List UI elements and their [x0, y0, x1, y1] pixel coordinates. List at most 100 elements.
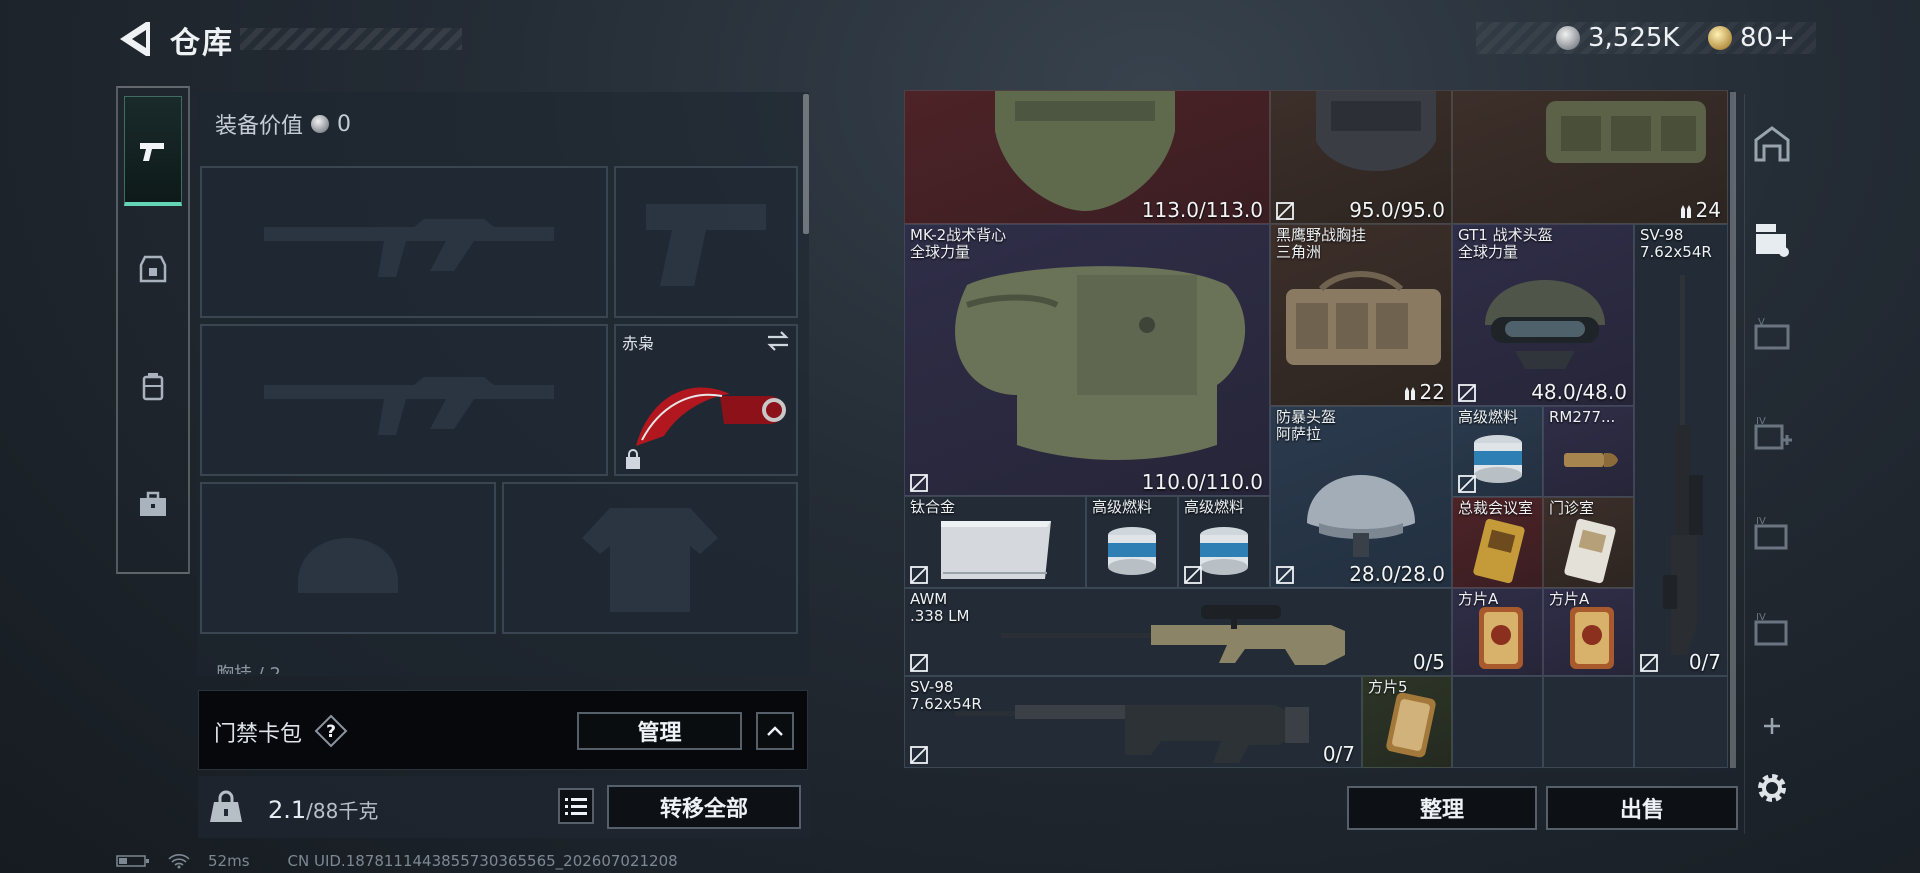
help-icon[interactable]: ?	[314, 714, 348, 748]
chest-rig-section-label: 胸挂 / 2	[216, 660, 281, 674]
storage-item-executive-room-card[interactable]: 总裁会议室	[1452, 497, 1543, 588]
helmet-icon	[1307, 475, 1415, 557]
item-name: 高级燃料	[1458, 408, 1519, 426]
no-trade-icon	[910, 566, 928, 584]
item-count: 24	[1678, 198, 1721, 222]
back-button[interactable]	[116, 18, 152, 60]
armor-icon	[139, 255, 167, 283]
storage-tab-4b[interactable]: IV	[1750, 608, 1794, 652]
tab-backpack[interactable]	[124, 332, 182, 442]
storage-item-gt1-helmet[interactable]: GT1 战术头盔 全球力量 48.0/48.0	[1452, 224, 1634, 406]
back-arrow-icon	[120, 22, 150, 56]
storage-tab-4-add[interactable]: IV	[1750, 412, 1794, 456]
storage-item-diamond-a[interactable]: 方片A	[1452, 588, 1543, 676]
collapse-button[interactable]	[756, 712, 794, 750]
sell-button[interactable]: 出售	[1546, 786, 1738, 830]
item-name: 门诊室	[1549, 499, 1595, 517]
helmet-slot[interactable]	[200, 482, 496, 634]
armor-vest-icon	[995, 91, 1175, 211]
storage-item-sv98-vertical[interactable]: SV-98 7.62x54R 0/7	[1634, 224, 1728, 676]
melee-slot[interactable]: 赤枭	[614, 324, 798, 476]
gear-icon	[1758, 774, 1786, 802]
silver-amount: 3,525K	[1588, 23, 1680, 53]
body-armor-slot[interactable]	[502, 482, 798, 634]
swap-icon[interactable]	[766, 330, 790, 352]
weight-icon	[210, 790, 242, 822]
storage-item-premium-fuel[interactable]: 高级燃料	[1452, 406, 1543, 497]
backpack-icon	[142, 373, 164, 401]
storage-item-riot-helmet[interactable]: 防暴头盔 阿萨拉 28.0/28.0	[1270, 406, 1452, 588]
list-view-button[interactable]	[558, 788, 594, 824]
storage-item-armor-vest[interactable]: 113.0/113.0	[904, 90, 1270, 224]
storage-item-premium-fuel[interactable]: 高级燃料	[1086, 496, 1178, 588]
item-name: 黑鹰野战胸挂 三角洲	[1276, 226, 1367, 261]
tab-armor[interactable]	[124, 214, 182, 324]
storage-item-premium-fuel[interactable]: 高级燃料	[1178, 496, 1270, 588]
access-card-title: 门禁卡包	[214, 722, 303, 747]
transfer-all-button[interactable]: 转移全部	[607, 785, 801, 829]
helmet-icon	[1485, 280, 1605, 369]
add-tab-icon	[1764, 718, 1780, 734]
card-icon	[1386, 692, 1436, 758]
storage-scrollbar[interactable]	[1730, 92, 1736, 768]
sort-button[interactable]: 整理	[1347, 786, 1537, 830]
storage-item-awm[interactable]: AWM .338 LM 0/5	[904, 588, 1452, 676]
tab-case[interactable]	[124, 450, 182, 560]
sniper-rifle-icon	[1663, 275, 1703, 655]
left-category-nav	[116, 86, 190, 574]
rifle-placeholder-icon	[264, 377, 554, 435]
item-count-value: 24	[1695, 198, 1721, 222]
secondary-weapon-slot[interactable]	[200, 324, 608, 476]
item-name: RM277...	[1549, 408, 1616, 426]
storage-tab-1[interactable]	[1750, 218, 1794, 262]
pistol-placeholder-icon	[646, 204, 766, 286]
storage-item-mk2-vest[interactable]: MK-2战术背心 全球力量 110.0/110.0	[904, 224, 1270, 496]
pistol-slot[interactable]	[614, 166, 798, 318]
item-durability: 48.0/48.0	[1531, 380, 1627, 404]
user-uid: CN UID.1878111443855730365565_2026070212…	[287, 852, 678, 870]
svg-text:IV: IV	[1756, 516, 1766, 527]
storage-tab-4-add-icon: IV	[1754, 416, 1792, 450]
storage-item-blackhawk-rig[interactable]: 黑鹰野战胸挂 三角洲 22	[1270, 224, 1452, 406]
no-trade-icon	[910, 474, 928, 492]
add-tab-button[interactable]	[1750, 704, 1794, 748]
storage-item-chest-rig[interactable]: 95.0/95.0	[1270, 90, 1452, 224]
keycard-icon	[1473, 518, 1525, 584]
storage-item-diamond-a[interactable]: 方片A	[1543, 588, 1634, 676]
no-trade-icon	[1458, 384, 1476, 402]
storage-tab-4[interactable]: IV	[1750, 512, 1794, 556]
storage-item-rm277-ammo[interactable]: RM277...	[1543, 406, 1634, 497]
storage-empty-slot[interactable]	[1634, 676, 1728, 768]
item-durability: 95.0/95.0	[1349, 198, 1445, 222]
storage-main-icon	[1754, 126, 1790, 162]
tab-weapons[interactable]	[124, 96, 182, 206]
melee-name: 赤枭	[622, 334, 655, 353]
storage-item-sv98[interactable]: SV-98 7.62x54R 0/7	[904, 676, 1362, 768]
fuel-can-icon	[1474, 435, 1522, 483]
ping-value: 52ms	[208, 852, 250, 870]
no-trade-icon	[1184, 566, 1202, 584]
storage-grid: 113.0/113.0 95.0/95.0 24 MK-2战术背心 全球力量 1…	[904, 90, 1728, 770]
storage-empty-slot[interactable]	[1452, 676, 1543, 768]
item-durability: 113.0/113.0	[1141, 198, 1263, 222]
currency-silver[interactable]: 3,525K	[1556, 23, 1679, 53]
storage-item-diamond-5[interactable]: 方片5	[1362, 676, 1452, 768]
currency-gold[interactable]: 80+	[1708, 23, 1795, 53]
equipment-scrollbar[interactable]	[803, 94, 809, 234]
storage-tab-5-icon: V	[1754, 317, 1790, 350]
storage-empty-slot[interactable]	[1543, 676, 1634, 768]
storage-tab-5[interactable]: V	[1750, 312, 1794, 356]
chest-rig-icon	[1316, 91, 1436, 171]
storage-item-clinic-card[interactable]: 门诊室	[1543, 497, 1634, 588]
manage-button[interactable]: 管理	[577, 712, 742, 750]
card-icon	[1479, 607, 1523, 669]
storage-item-titanium[interactable]: 钛合金	[904, 496, 1086, 588]
item-ammo: 0/5	[1412, 650, 1445, 674]
storage-item-backpack[interactable]: 24	[1452, 90, 1728, 224]
storage-tab-main[interactable]	[1750, 122, 1794, 166]
svg-text:IV: IV	[1756, 612, 1766, 623]
primary-weapon-slot[interactable]	[200, 166, 608, 318]
item-name: SV-98 7.62x54R	[1640, 226, 1712, 261]
settings-button[interactable]	[1752, 768, 1792, 808]
item-name: 高级燃料	[1092, 498, 1153, 516]
